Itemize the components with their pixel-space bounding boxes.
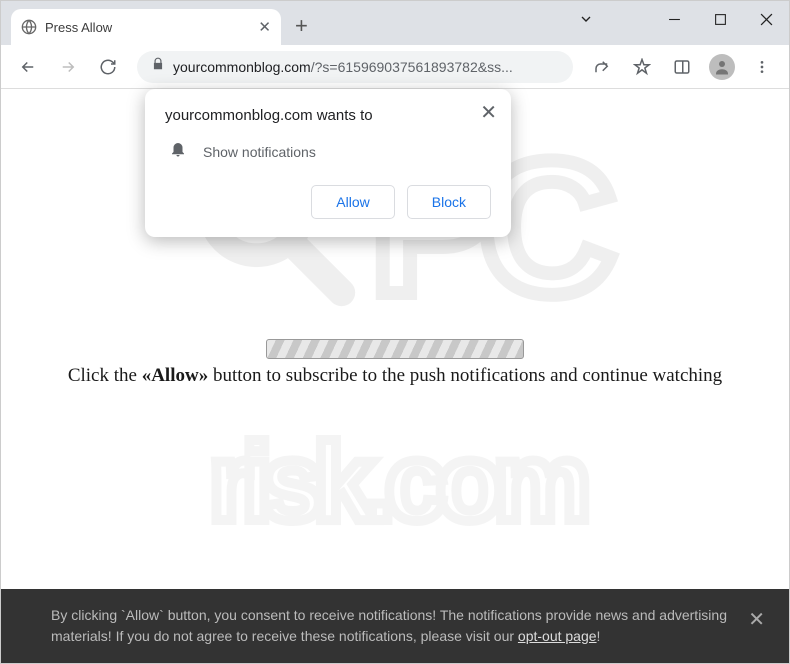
browser-titlebar: Press Allow ✕ +	[1, 1, 789, 45]
permission-buttons: Allow Block	[165, 185, 491, 219]
maximize-button[interactable]	[697, 1, 743, 37]
allow-button[interactable]: Allow	[311, 185, 394, 219]
permission-label: Show notifications	[203, 144, 316, 160]
reload-button[interactable]	[91, 50, 125, 84]
consent-bar: By clicking `Allow` button, you consent …	[1, 589, 789, 663]
block-button[interactable]: Block	[407, 185, 491, 219]
consent-text: By clicking `Allow` button, you consent …	[51, 607, 727, 644]
close-tab-icon[interactable]: ✕	[258, 20, 271, 35]
tab-dropdown-icon[interactable]	[578, 11, 594, 32]
share-icon[interactable]	[585, 50, 619, 84]
forward-button[interactable]	[51, 50, 85, 84]
bell-icon	[169, 140, 187, 163]
watermark-sub: risk.com	[1, 419, 789, 546]
bookmark-icon[interactable]	[625, 50, 659, 84]
permission-row: Show notifications	[165, 140, 491, 163]
menu-icon[interactable]	[745, 50, 779, 84]
avatar-icon	[709, 54, 735, 80]
tab-title: Press Allow	[45, 20, 250, 35]
globe-icon	[21, 19, 37, 35]
toolbar-actions	[585, 50, 779, 84]
close-window-button[interactable]	[743, 1, 789, 37]
window-controls	[651, 1, 789, 37]
loading-bar	[266, 339, 524, 359]
opt-out-link[interactable]: opt-out page	[518, 628, 597, 644]
minimize-button[interactable]	[651, 1, 697, 37]
dialog-close-icon[interactable]: ✕	[480, 103, 497, 123]
permission-dialog: ✕ yourcommonblog.com wants to Show notif…	[145, 89, 511, 237]
url-text: yourcommonblog.com/?s=615969037561893782…	[173, 59, 513, 75]
page-message: Click the «Allow» button to subscribe to…	[1, 365, 789, 387]
lock-icon	[151, 57, 165, 76]
address-bar[interactable]: yourcommonblog.com/?s=615969037561893782…	[137, 51, 573, 83]
browser-tab[interactable]: Press Allow ✕	[11, 9, 281, 45]
back-button[interactable]	[11, 50, 45, 84]
new-tab-button[interactable]: +	[295, 13, 308, 39]
profile-button[interactable]	[705, 50, 739, 84]
browser-toolbar: yourcommonblog.com/?s=615969037561893782…	[1, 45, 789, 89]
sidepanel-icon[interactable]	[665, 50, 699, 84]
consent-close-icon[interactable]: ✕	[748, 605, 765, 635]
permission-title: yourcommonblog.com wants to	[165, 107, 491, 124]
